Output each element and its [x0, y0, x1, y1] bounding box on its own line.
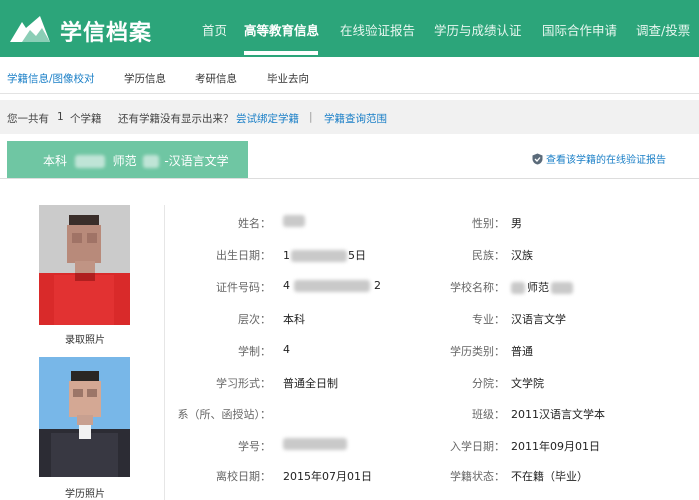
ethnicity-label: 民族： [472, 249, 505, 262]
id-number-label: 证件号码： [216, 281, 271, 294]
redacted-school-name [142, 155, 159, 168]
enrollment-tab[interactable]: 本科 师范 -汉语言文学 [7, 141, 248, 178]
nav-international[interactable]: 国际合作申请 [542, 20, 617, 39]
tab-title: 本科 师范 -汉语言文学 [43, 152, 229, 169]
active-nav-indicator [244, 51, 318, 55]
name-value [283, 214, 305, 227]
class-value: 2011汉语言文学本 [511, 408, 605, 421]
verify-link-text: 查看该学籍的在线验证报告 [546, 155, 666, 166]
photo-column-divider [164, 205, 165, 500]
bind-enrollment-link[interactable]: 尝试绑定学籍 [236, 111, 299, 126]
birth-prefix: 1 [283, 249, 290, 262]
birth-date-label: 出生日期： [216, 249, 271, 262]
status-label: 学籍状态： [450, 470, 505, 483]
level-value: 本科 [283, 313, 305, 326]
sub-navigation: 学籍信息/图像校对 学历信息 考研信息 毕业去向 [0, 57, 699, 94]
count-suffix: 个学籍 [70, 113, 102, 125]
study-mode-value: 普通全日制 [283, 377, 338, 390]
ethnicity-value: 汉族 [511, 249, 533, 262]
logo-icon [10, 16, 50, 42]
admission-photo [39, 205, 130, 325]
admission-photo-label: 录取照片 [65, 335, 105, 346]
school-suffix: 师范 [527, 281, 549, 294]
nav-higher-education[interactable]: 高等教育信息 [244, 20, 319, 39]
student-id-value [283, 437, 347, 450]
duration-value: 4 [283, 343, 290, 356]
redacted-school-prefix [74, 155, 105, 168]
enroll-date-label: 入学日期： [450, 440, 505, 453]
subnav-postgrad-info[interactable]: 考研信息 [195, 71, 237, 86]
count-number: 1 [57, 111, 64, 123]
school-name-label: 学校名称： [450, 281, 505, 294]
department-label: 系（所、函授站）： [177, 408, 272, 421]
college-label: 分院： [472, 377, 505, 390]
class-label: 班级： [472, 408, 505, 421]
leave-date-label: 离校日期： [216, 470, 271, 483]
subnav-enrollment-info[interactable]: 学籍信息/图像校对 [7, 71, 95, 86]
birth-date-value: 1 5日 [283, 247, 366, 263]
id-suffix: 2 [374, 279, 381, 292]
level-label: 层次： [238, 313, 271, 326]
separator: | [309, 111, 313, 123]
degree-photo-label: 学历照片 [65, 489, 105, 500]
view-verification-report-link[interactable]: 查看该学籍的在线验证报告 [532, 151, 666, 166]
top-header: 学信档案 首页 高等教育信息 在线验证报告 学历与成绩认证 国际合作申请 调查/… [0, 0, 699, 57]
tab-school-suffix: 师范 [112, 154, 137, 168]
school-name-value: 师范 [511, 279, 573, 295]
gender-value: 男 [511, 217, 522, 230]
count-prefix: 您一共有 [7, 113, 49, 125]
logo-text[interactable]: 学信档案 [60, 15, 152, 47]
gender-label: 性别： [472, 217, 505, 230]
enroll-date-value: 2011年09月01日 [511, 440, 600, 453]
missing-question: 还有学籍没有显示出来？ [118, 113, 234, 125]
study-mode-label: 学习形式： [216, 377, 271, 390]
duration-label: 学制： [238, 345, 271, 358]
tab-major: -汉语言文学 [164, 154, 229, 168]
leave-date-value: 2015年07月01日 [283, 470, 372, 483]
degree-photo [39, 357, 130, 477]
status-value: 不在籍（毕业） [511, 470, 588, 483]
nav-certification[interactable]: 学历与成绩认证 [434, 20, 522, 39]
subnav-graduation-destination[interactable]: 毕业去向 [267, 71, 309, 86]
degree-type-label: 学历类别： [450, 345, 505, 358]
nav-online-verification[interactable]: 在线验证报告 [340, 20, 415, 39]
college-value: 文学院 [511, 377, 544, 390]
major-value: 汉语言文学 [511, 313, 566, 326]
student-id-label: 学号： [238, 440, 271, 453]
tab-level: 本科 [43, 154, 68, 168]
major-label: 专业： [472, 313, 505, 326]
query-range-link[interactable]: 学籍查询范围 [324, 111, 387, 126]
name-label: 姓名： [238, 217, 271, 230]
id-prefix: 4 [283, 279, 290, 292]
id-number-value: 42 [283, 279, 381, 292]
nav-survey[interactable]: 调查/投票 [636, 20, 690, 39]
enrollment-count-bar: 您一共有 1 个学籍 还有学籍没有显示出来？ 尝试绑定学籍 | 学籍查询范围 [0, 100, 699, 134]
subnav-degree-info[interactable]: 学历信息 [124, 71, 166, 86]
shield-icon [532, 153, 543, 165]
nav-home[interactable]: 首页 [202, 20, 227, 39]
degree-type-value: 普通 [511, 345, 533, 358]
birth-suffix: 5日 [348, 249, 366, 262]
